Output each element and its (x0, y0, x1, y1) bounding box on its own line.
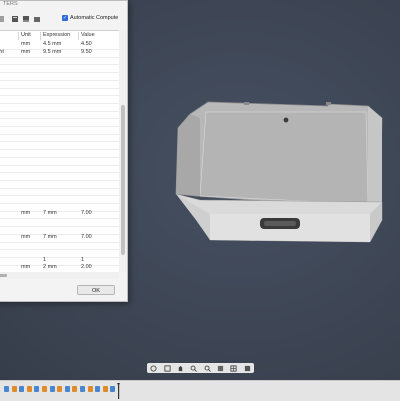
cell-value: 7.00 (81, 210, 92, 217)
cell-value: 9.50 (81, 48, 92, 55)
cell-unit: mm (21, 41, 31, 47)
add-parameter-icon[interactable] (0, 15, 5, 23)
column-header-unit[interactable]: Unit (19, 32, 41, 40)
extrude-feature-icon[interactable] (72, 386, 78, 392)
sketch-feature-icon[interactable] (34, 386, 40, 392)
automatic-compute-label: Automatic Compute (70, 15, 119, 21)
timeline-marker-icon[interactable] (117, 383, 120, 399)
column-header-name[interactable] (0, 32, 19, 40)
extrude-feature-icon[interactable] (57, 386, 63, 392)
cell-expression[interactable]: 9.5 mm (43, 49, 61, 55)
cell-value: 4.50 (81, 41, 92, 47)
model-top-hole (283, 117, 289, 123)
cell-unit: mm (21, 210, 31, 217)
design-timeline[interactable] (0, 380, 400, 401)
cell-expression[interactable]: 2 mm (43, 264, 57, 270)
cell-name: ight (0, 48, 4, 55)
cell-value: 7.00 (81, 233, 92, 240)
column-header-expression[interactable]: Expression (41, 32, 79, 40)
navigation-bar (147, 363, 254, 373)
cell-unit: mm (21, 233, 31, 240)
zoom-icon[interactable] (190, 365, 198, 372)
display-mode-icon[interactable] (217, 365, 224, 372)
cell-expression[interactable]: 7 mm (43, 234, 57, 240)
cell-expression[interactable]: 4.5 mm (43, 41, 61, 47)
cell-value: 2.00 (81, 264, 92, 271)
extrude-feature-icon[interactable] (42, 386, 47, 392)
cell-value: 1 (81, 256, 85, 263)
extrude-feature-icon[interactable] (11, 386, 17, 392)
delete-parameter-icon[interactable] (22, 15, 30, 23)
grid-icon[interactable] (230, 364, 237, 372)
parameters-dialog: TERS ✓ Automatic Compute Unit Expression… (0, 0, 128, 302)
cell-unit: mm (21, 48, 31, 55)
horizontal-scrollbar-thumb[interactable] (0, 274, 7, 277)
pan-icon[interactable] (177, 365, 184, 372)
extrude-feature-icon[interactable] (102, 386, 108, 392)
edit-parameter-icon[interactable] (11, 15, 19, 23)
model-right-bevel (368, 106, 382, 206)
cell-unit: mm (21, 264, 31, 271)
sketch-feature-icon[interactable] (110, 386, 116, 392)
extrude-feature-icon[interactable] (87, 386, 93, 392)
dialog-title: TERS (3, 1, 18, 7)
sketch-feature-icon[interactable] (49, 386, 55, 392)
horizontal-scrollbar[interactable] (0, 272, 119, 279)
automatic-compute-checkbox[interactable]: ✓ Automatic Compute (62, 15, 118, 21)
sketch-feature-icon[interactable] (95, 386, 101, 392)
cell-expression[interactable]: 7 mm (43, 210, 57, 216)
ok-button[interactable]: OK (77, 285, 115, 295)
cell-expression[interactable]: 1 (43, 257, 46, 263)
fit-icon[interactable] (204, 365, 211, 372)
filter-icon[interactable] (33, 15, 41, 23)
sketch-feature-icon[interactable] (64, 386, 70, 392)
extrude-feature-icon[interactable] (26, 386, 32, 392)
checkmark-icon[interactable]: ✓ (62, 15, 68, 21)
parameters-table[interactable]: Unit Expression Value thmm4.5 mm4.50ight… (0, 30, 119, 273)
orbit-icon[interactable] (150, 364, 157, 372)
sketch-feature-icon[interactable] (4, 386, 9, 392)
column-header-value[interactable]: Value (79, 32, 119, 40)
look-at-icon[interactable] (164, 364, 171, 372)
model-lid-face (199, 111, 369, 205)
sketch-feature-icon[interactable] (19, 386, 25, 392)
model-left-bevel (176, 114, 200, 196)
sketch-feature-icon[interactable] (80, 386, 85, 392)
viewports-icon[interactable] (244, 365, 251, 372)
vertical-scrollbar[interactable] (119, 30, 127, 272)
3d-model-box[interactable] (170, 96, 400, 246)
scrollbar-thumb[interactable] (121, 105, 125, 255)
